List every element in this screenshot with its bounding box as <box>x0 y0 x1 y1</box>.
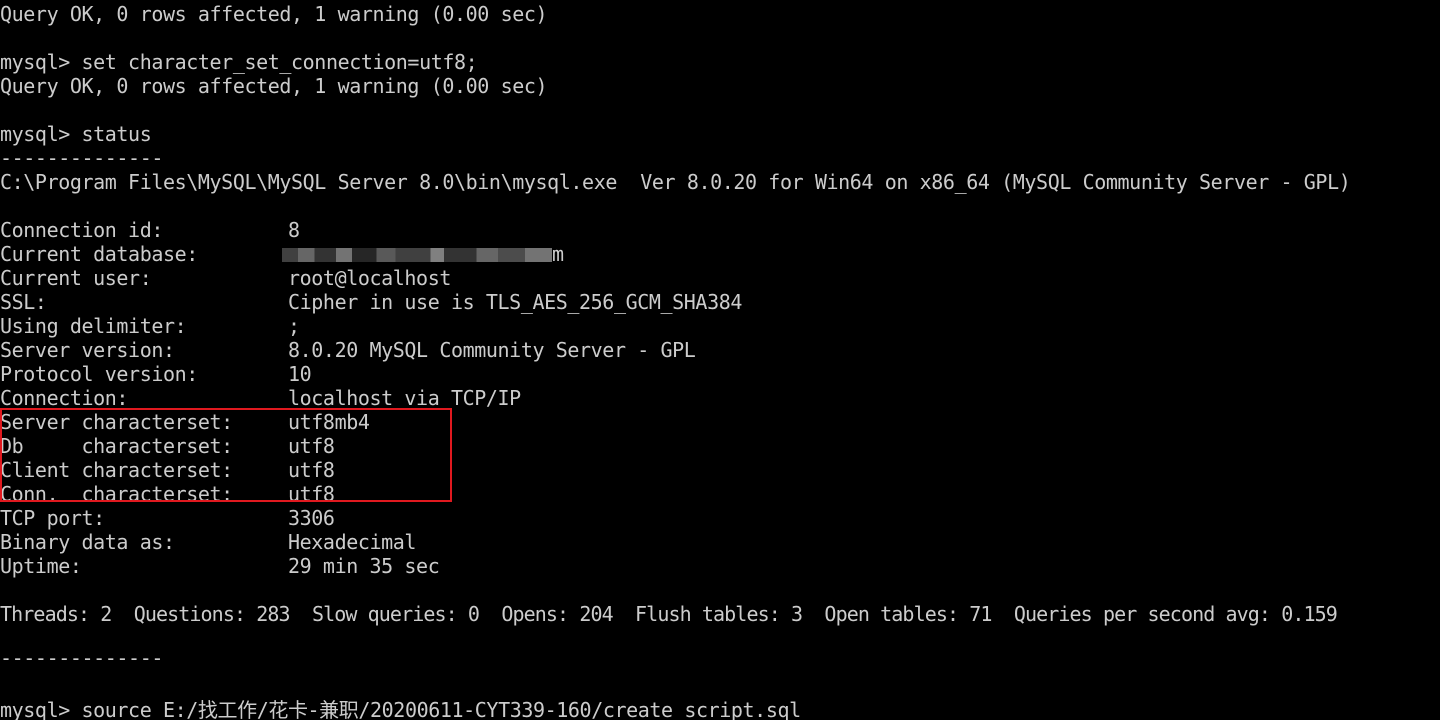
terminal-window[interactable]: Query OK, 0 rows affected, 1 warning (0.… <box>0 0 1440 720</box>
status-row-conn-characterset: Conn. characterset: utf8 <box>0 482 1440 506</box>
status-key: Protocol version: <box>0 362 198 386</box>
status-key: SSL: <box>0 290 47 314</box>
status-key: Connection id: <box>0 218 163 242</box>
status-value: 3306 <box>288 506 335 530</box>
status-key: Binary data as: <box>0 530 175 554</box>
status-value: 29 min 35 sec <box>288 554 440 578</box>
status-value: m <box>552 242 564 266</box>
command-line: mysql> source E:/找工作/花卡-兼职/20200611-CYT3… <box>0 698 801 720</box>
status-value: utf8 <box>288 434 335 458</box>
status-row-connection-id: Connection id: 8 <box>0 218 1440 242</box>
separator-line: -------------- <box>0 146 163 170</box>
status-row-current-user: Current user: root@localhost <box>0 266 1440 290</box>
status-key: TCP port: <box>0 506 105 530</box>
status-row-tcp-port: TCP port: 3306 <box>0 506 1440 530</box>
client-version-line: C:\Program Files\MySQL\MySQL Server 8.0\… <box>0 170 1351 194</box>
status-row-server-characterset: Server characterset: utf8mb4 <box>0 410 1440 434</box>
status-key: Db characterset: <box>0 434 233 458</box>
status-value: Cipher in use is TLS_AES_256_GCM_SHA384 <box>288 290 742 314</box>
output-line: Query OK, 0 rows affected, 1 warning (0.… <box>0 2 548 26</box>
status-value: ; <box>288 314 300 338</box>
status-key: Uptime: <box>0 554 82 578</box>
status-key: Connection: <box>0 386 129 410</box>
status-value: utf8 <box>288 458 335 482</box>
status-key: Current user: <box>0 266 152 290</box>
status-key: Server characterset: <box>0 410 233 434</box>
status-key: Server version: <box>0 338 175 362</box>
status-key: Conn. characterset: <box>0 482 233 506</box>
status-row-current-database: Current database: m <box>0 242 1440 266</box>
status-value: 10 <box>288 362 312 386</box>
status-row-binary-data: Binary data as: Hexadecimal <box>0 530 1440 554</box>
output-line: Query OK, 0 rows affected, 1 warning (0.… <box>0 74 548 98</box>
threads-stats-line: Threads: 2 Questions: 283 Slow queries: … <box>0 602 1338 626</box>
status-row-server-version: Server version: 8.0.20 MySQL Community S… <box>0 338 1440 362</box>
status-key: Using delimiter: <box>0 314 187 338</box>
status-value: 8.0.20 MySQL Community Server - GPL <box>288 338 696 362</box>
status-value-redacted: m <box>282 242 564 266</box>
status-row-delimiter: Using delimiter: ; <box>0 314 1440 338</box>
status-row-ssl: SSL: Cipher in use is TLS_AES_256_GCM_SH… <box>0 290 1440 314</box>
redaction-blur <box>282 248 552 262</box>
status-row-uptime: Uptime: 29 min 35 sec <box>0 554 1440 578</box>
status-row-connection: Connection: localhost via TCP/IP <box>0 386 1440 410</box>
status-value: utf8mb4 <box>288 410 370 434</box>
status-value: utf8 <box>288 482 335 506</box>
status-value: localhost via TCP/IP <box>288 386 521 410</box>
status-row-protocol-version: Protocol version: 10 <box>0 362 1440 386</box>
status-row-client-characterset: Client characterset: utf8 <box>0 458 1440 482</box>
status-key: Current database: <box>0 242 198 266</box>
separator-line: -------------- <box>0 646 163 670</box>
status-value: root@localhost <box>288 266 451 290</box>
command-line: mysql> set character_set_connection=utf8… <box>0 50 478 74</box>
status-row-db-characterset: Db characterset: utf8 <box>0 434 1440 458</box>
status-value: Hexadecimal <box>288 530 417 554</box>
status-key: Client characterset: <box>0 458 233 482</box>
status-value: 8 <box>288 218 300 242</box>
command-line: mysql> status <box>0 122 152 146</box>
